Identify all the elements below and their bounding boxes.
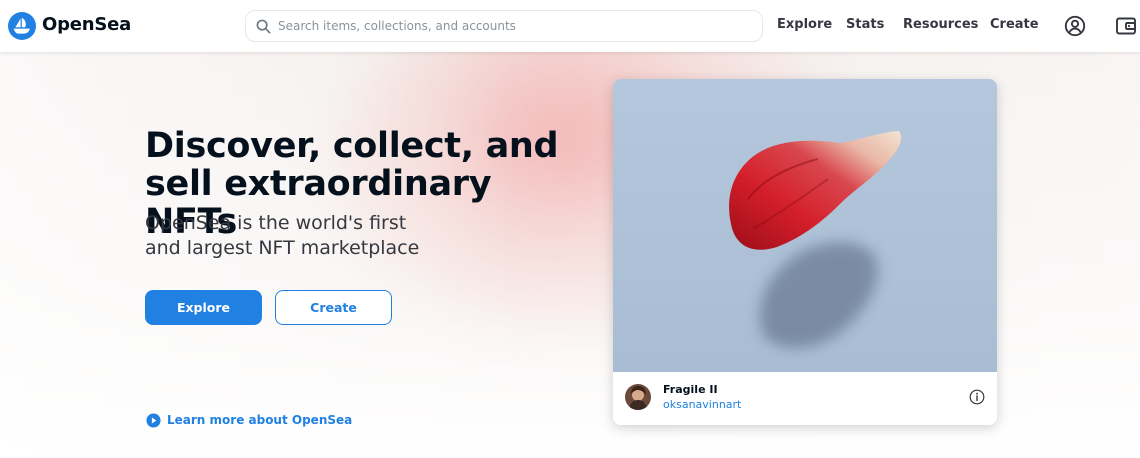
account-icon[interactable]: [1064, 15, 1086, 37]
learn-more-label: Learn more about OpenSea: [167, 413, 353, 427]
wallet-icon[interactable]: [1115, 15, 1137, 37]
top-navbar: OpenSea Explore Stats Resources Create: [0, 0, 1140, 52]
explore-button[interactable]: Explore: [145, 290, 262, 325]
nft-creator-link[interactable]: oksanavinnart: [663, 398, 741, 411]
learn-more-link[interactable]: Learn more about OpenSea: [146, 411, 352, 429]
search-input[interactable]: [278, 11, 748, 41]
card-footer: Fragile II oksanavinnart: [613, 372, 997, 425]
info-icon[interactable]: [969, 389, 985, 405]
nav-create[interactable]: Create: [990, 17, 1039, 32]
brand-name[interactable]: OpenSea: [42, 14, 131, 35]
nft-title[interactable]: Fragile II: [663, 383, 718, 396]
nav-stats[interactable]: Stats: [846, 17, 884, 32]
nav-resources[interactable]: Resources: [903, 17, 978, 32]
play-circle-icon: [146, 412, 161, 428]
search-icon: [256, 19, 271, 34]
nav-explore[interactable]: Explore: [777, 17, 832, 32]
opensea-logo-icon[interactable]: [8, 12, 36, 40]
featured-nft-image[interactable]: [613, 79, 997, 372]
creator-avatar[interactable]: [625, 384, 651, 410]
create-button[interactable]: Create: [275, 290, 392, 325]
featured-nft-card[interactable]: Fragile II oksanavinnart: [613, 79, 997, 425]
hero-section: Discover, collect, and sell extraordinar…: [0, 52, 1140, 458]
hero-subheadline: OpenSea is the world's first and largest…: [145, 212, 420, 259]
search-bar[interactable]: [245, 10, 763, 42]
